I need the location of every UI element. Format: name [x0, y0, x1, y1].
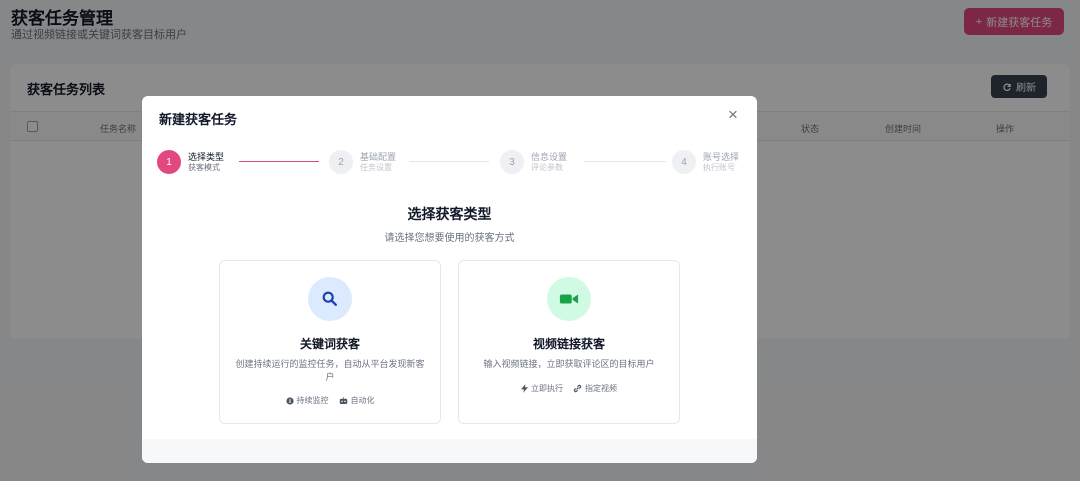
- step-sublabel: 获客模式: [188, 163, 220, 172]
- search-icon: [322, 291, 338, 307]
- card-description: 输入视频链接，立即获取评论区的目标用户: [483, 359, 655, 369]
- tag-label: 自动化: [350, 396, 375, 405]
- card-icon-circle: [308, 277, 352, 321]
- video-icon: [559, 294, 579, 304]
- step-sublabel: 执行账号: [703, 163, 735, 172]
- info-icon: [285, 396, 294, 405]
- modal-title: 新建获客任务: [159, 112, 238, 127]
- video-link-acquisition-card[interactable]: 视频链接获客 输入视频链接，立即获取评论区的目标用户 立即执行 指定视频: [458, 260, 680, 424]
- step-connector: [409, 161, 489, 162]
- robot-icon: [339, 396, 347, 404]
- tag-label: 立即执行: [531, 384, 563, 393]
- tag-immediate: 立即执行: [521, 383, 563, 394]
- step-sublabel: 评论参数: [531, 163, 563, 172]
- step-connector: [584, 161, 666, 162]
- card-title: 视频链接获客: [532, 337, 605, 351]
- step-number: 3: [500, 150, 524, 174]
- stepper: 1 选择类型 获客模式 2 基础配置 任务设置 3 信息设置 评论参数 4 账号…: [157, 148, 742, 176]
- keyword-acquisition-card[interactable]: 关键词获客 创建持续运行的监控任务，自动从平台发现新客户 持续监控 自动化: [219, 260, 441, 424]
- card-tags: 立即执行 指定视频: [459, 383, 679, 394]
- section-title: 选择获客类型: [407, 206, 492, 222]
- step-connector: [239, 161, 319, 162]
- page: 获客任务管理 通过视频链接或关键词获客目标用户 + 新建获客任务 获客任务列表 …: [0, 0, 1080, 481]
- close-icon[interactable]: ×: [728, 106, 738, 123]
- step-number: 1: [157, 150, 181, 174]
- tag-continuous-monitor: 持续监控: [285, 395, 329, 406]
- tag-label: 持续监控: [296, 396, 329, 405]
- new-task-modal: 新建获客任务 × 1 选择类型 获客模式 2 基础配置 任务设置 3 信息设置 …: [142, 96, 757, 463]
- lightning-icon: [521, 384, 528, 393]
- card-tags: 持续监控 自动化: [220, 395, 440, 406]
- step-number: 4: [672, 150, 696, 174]
- section-subtitle: 请选择您想要使用的获客方式: [384, 233, 515, 244]
- card-icon-circle: [547, 277, 591, 321]
- card-title: 关键词获客: [299, 337, 360, 351]
- modal-footer: [142, 439, 757, 463]
- card-description: 创建持续运行的监控任务，自动从平台发现新客户: [235, 359, 425, 382]
- link-icon: [573, 384, 582, 393]
- tag-automation: 自动化: [339, 395, 375, 406]
- step-sublabel: 任务设置: [360, 163, 392, 172]
- step-number: 2: [329, 150, 353, 174]
- tag-label: 指定视频: [585, 384, 617, 393]
- tag-specific-video: 指定视频: [573, 383, 617, 394]
